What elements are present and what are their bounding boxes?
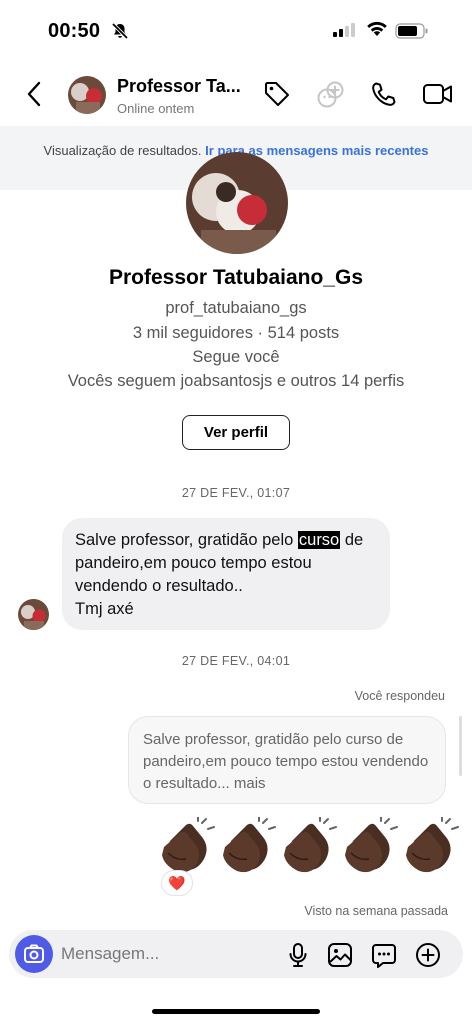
clapping-hands-icon <box>402 816 460 877</box>
scrollbar[interactable] <box>459 716 462 776</box>
chat-header: Professor Ta... Online ontem <box>0 62 472 126</box>
heart-reaction[interactable]: ❤️ <box>161 870 193 896</box>
contact-name[interactable]: Professor Ta... <box>117 76 252 97</box>
message-composer <box>9 930 463 978</box>
battery-icon <box>395 23 429 44</box>
incoming-message[interactable]: Salve professor, gratidão pelo curso de … <box>62 518 390 630</box>
view-profile-button[interactable]: Ver perfil <box>182 415 290 450</box>
date-separator: 27 DE FEV., 01:07 <box>181 486 291 500</box>
message-text: Salve professor, gratidão pelo <box>75 531 298 549</box>
back-chevron-icon[interactable] <box>26 80 42 113</box>
search-highlight: curso <box>297 531 341 549</box>
message-input[interactable] <box>61 942 241 966</box>
clapping-hands-icon <box>341 816 399 877</box>
avatar[interactable] <box>68 76 106 114</box>
message-text-line3: Tmj axé <box>75 600 134 618</box>
microphone-icon[interactable] <box>287 942 309 973</box>
profile-username: prof_tatubaiano_gs <box>165 299 307 317</box>
ai-sticker-icon[interactable] <box>316 80 346 115</box>
home-indicator[interactable] <box>152 1009 320 1014</box>
sticker-icon[interactable] <box>371 942 397 973</box>
you-replied-label: Você respondeu <box>354 689 445 703</box>
banner-text: Visualização de resultados. <box>43 143 202 158</box>
plus-icon[interactable] <box>415 942 441 973</box>
clapping-hands-icon <box>158 816 216 877</box>
camera-icon <box>24 944 44 963</box>
clock: 00:50 <box>48 20 101 42</box>
profile-avatar[interactable] <box>186 152 288 254</box>
seen-status: Visto na semana passada <box>304 904 448 918</box>
wifi-icon <box>366 21 388 42</box>
camera-button[interactable] <box>15 935 53 973</box>
follows-you-label: Segue você <box>192 348 280 366</box>
sender-avatar[interactable] <box>18 599 49 630</box>
profile-stats: 3 mil seguidores · 514 posts <box>132 324 340 342</box>
cellular-signal-icon <box>333 23 357 42</box>
bell-muted-icon <box>111 22 129 45</box>
mutual-follows: Vocês seguem joabsantosjs e outros 14 pe… <box>67 372 405 390</box>
contact-status: Online ontem <box>117 101 195 116</box>
profile-name: Professor Tatubaiano_Gs <box>108 266 363 289</box>
video-camera-icon[interactable] <box>422 80 454 113</box>
phone-icon[interactable] <box>370 80 398 113</box>
gallery-icon[interactable] <box>327 942 353 973</box>
clapping-emoji-message[interactable]: 👏🏿👏🏿👏🏿👏🏿👏🏿 <box>158 816 464 877</box>
clapping-hands-icon <box>280 816 338 877</box>
date-separator: 27 DE FEV., 04:01 <box>181 654 291 668</box>
clapping-hands-icon <box>219 816 277 877</box>
quoted-message[interactable]: Salve professor, gratidão pelo curso de … <box>128 716 446 804</box>
status-bar: 00:50 <box>0 0 472 62</box>
tag-icon[interactable] <box>263 80 291 113</box>
